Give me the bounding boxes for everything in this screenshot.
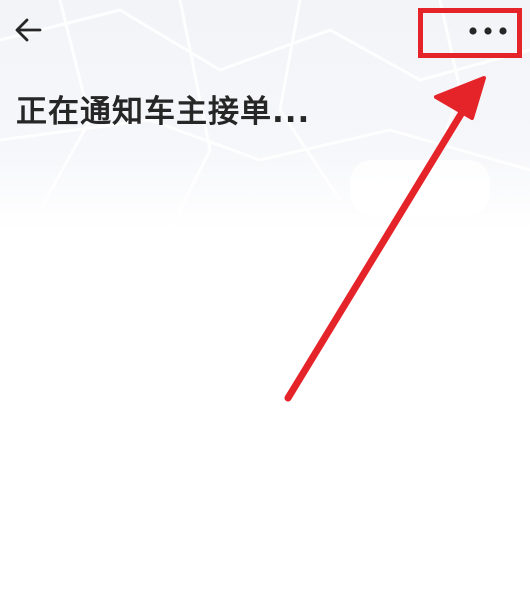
more-button[interactable] (420, 10, 520, 52)
page-title: 正在通知车主接单... (16, 94, 311, 130)
arrow-left-icon (15, 18, 42, 42)
more-horizontal-icon (469, 27, 507, 35)
back-button[interactable] (8, 12, 48, 48)
